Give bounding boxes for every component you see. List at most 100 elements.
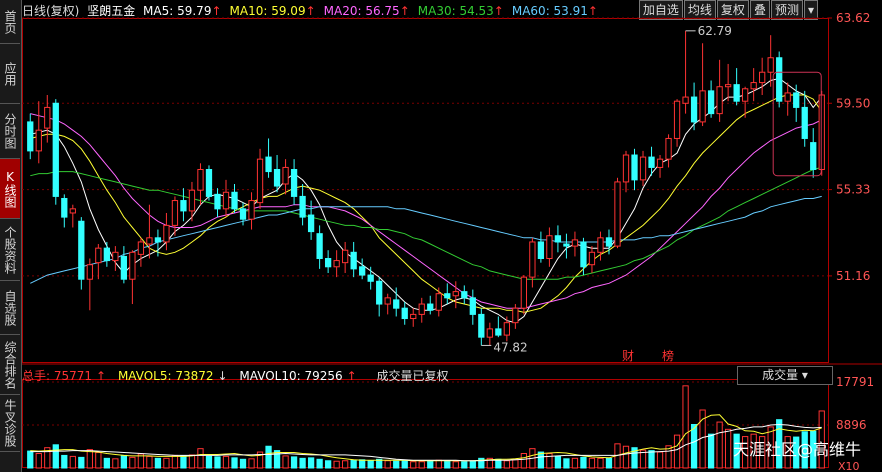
candle-body <box>512 307 519 324</box>
price-tick-label: 55.33 <box>836 183 870 197</box>
volume-bar <box>563 458 570 469</box>
candle-body <box>690 96 698 123</box>
sidebar-tab-3[interactable]: K线图 <box>0 159 20 219</box>
volume-bar <box>282 455 289 469</box>
candle-body <box>120 255 128 280</box>
volume-bar <box>554 455 562 469</box>
volume-bar <box>146 455 153 469</box>
volume-bar <box>401 460 408 469</box>
volume-tick-label: 8896 <box>836 418 867 432</box>
candle-body <box>112 251 119 262</box>
candle-body <box>682 96 689 104</box>
volume-note: 成交量已复权 <box>376 369 449 383</box>
candle-body <box>197 169 204 191</box>
candle-body <box>95 247 102 264</box>
candle-body <box>478 313 485 338</box>
volume-bar <box>690 423 698 469</box>
volume-bar <box>154 457 162 469</box>
candle-body <box>656 158 664 168</box>
candle-body <box>316 233 323 260</box>
candle-body <box>367 274 374 282</box>
candle-body <box>299 195 306 218</box>
candle-body <box>146 237 153 245</box>
volume-bar <box>95 452 102 469</box>
volume-bar <box>707 433 715 469</box>
candle-body <box>784 92 791 102</box>
price-tick-label: 63.62 <box>836 11 870 25</box>
volume-bar <box>78 456 85 469</box>
volume-bar <box>265 445 272 469</box>
volume-bar <box>333 460 340 469</box>
candle-body <box>461 291 468 299</box>
candle-body <box>78 220 85 280</box>
sidebar-tab-1[interactable]: 应用 <box>0 44 20 104</box>
candle-body <box>554 235 562 243</box>
mavol10-label: MAVOL10: 79256 ↑ <box>239 369 357 383</box>
max-price-label: 62.79 <box>698 24 732 38</box>
candle-body <box>205 169 213 197</box>
candle-body <box>742 88 749 102</box>
volume-bar <box>69 455 76 469</box>
event-marker: 财 <box>622 349 634 363</box>
candle-body <box>273 169 281 187</box>
candle-body <box>410 313 417 320</box>
candle-body <box>503 322 510 336</box>
volume-tick-label: 17791 <box>836 375 874 389</box>
candle-body <box>188 189 196 212</box>
candle-body <box>665 137 672 160</box>
candle-body <box>537 241 545 260</box>
candle-body <box>605 237 613 247</box>
volume-bar <box>580 456 587 469</box>
volume-bar <box>656 451 664 469</box>
candle-body <box>231 191 238 210</box>
volume-bar <box>588 457 596 469</box>
volume-bar <box>571 457 579 469</box>
candle-body <box>376 280 383 305</box>
candle-body <box>324 258 332 268</box>
volume-bar <box>61 454 68 469</box>
candle-body <box>418 303 425 315</box>
volume-bar <box>205 455 213 469</box>
sidebar-tab-5[interactable]: 自选股 <box>0 281 20 335</box>
volume-legend: 总手: 75771 ↑ MAVOL5: 73872 ↓ MAVOL10: 79256… <box>22 367 453 385</box>
kline-chart[interactable]: 63.62 59.50 55.33 51.16 17791 8896 X10 62.79 47.… <box>22 0 882 472</box>
candle-body <box>776 57 783 102</box>
candle-body <box>631 154 638 181</box>
volume-total: 总手: 75771 ↑ <box>22 369 107 383</box>
sidebar-tab-0[interactable]: 首页 <box>0 0 20 44</box>
candle-body <box>588 251 596 266</box>
volume-bar <box>35 452 42 469</box>
candle-body <box>793 92 800 108</box>
candle-body <box>818 94 825 171</box>
sidebar-tab-4[interactable]: 个股资料 <box>0 219 20 281</box>
volume-bar <box>512 459 519 469</box>
volume-bar <box>452 461 459 469</box>
volume-bar <box>427 460 434 469</box>
indicator-select[interactable]: 成交量 ▾ <box>737 366 833 385</box>
volume-bar <box>622 445 630 469</box>
volume-bar <box>239 458 247 469</box>
ma-line-ma10 <box>30 94 823 313</box>
sidebar-tab-7[interactable]: 牛叉诊股 <box>0 395 20 452</box>
sidebar-tab-2[interactable]: 分时图 <box>0 104 20 159</box>
candle-body <box>214 193 221 210</box>
volume-bar <box>103 457 110 469</box>
candle-body <box>699 90 706 123</box>
candle-body <box>597 237 604 253</box>
candle-body <box>27 121 34 152</box>
candle-body <box>239 208 247 220</box>
sidebar-tab-6[interactable]: 综合排名 <box>0 335 20 395</box>
volume-bar <box>120 454 128 469</box>
candle-body <box>469 297 476 315</box>
candle-body <box>759 71 766 84</box>
candle-body <box>546 235 553 260</box>
volume-bar <box>231 457 238 469</box>
volume-bar <box>724 428 732 469</box>
candle-body <box>639 156 647 181</box>
candle-body <box>673 100 681 139</box>
volume-bar <box>469 460 476 469</box>
volume-bar <box>716 421 723 469</box>
candle-body <box>44 106 51 129</box>
volume-bar <box>222 455 230 469</box>
candle-body <box>563 243 570 247</box>
